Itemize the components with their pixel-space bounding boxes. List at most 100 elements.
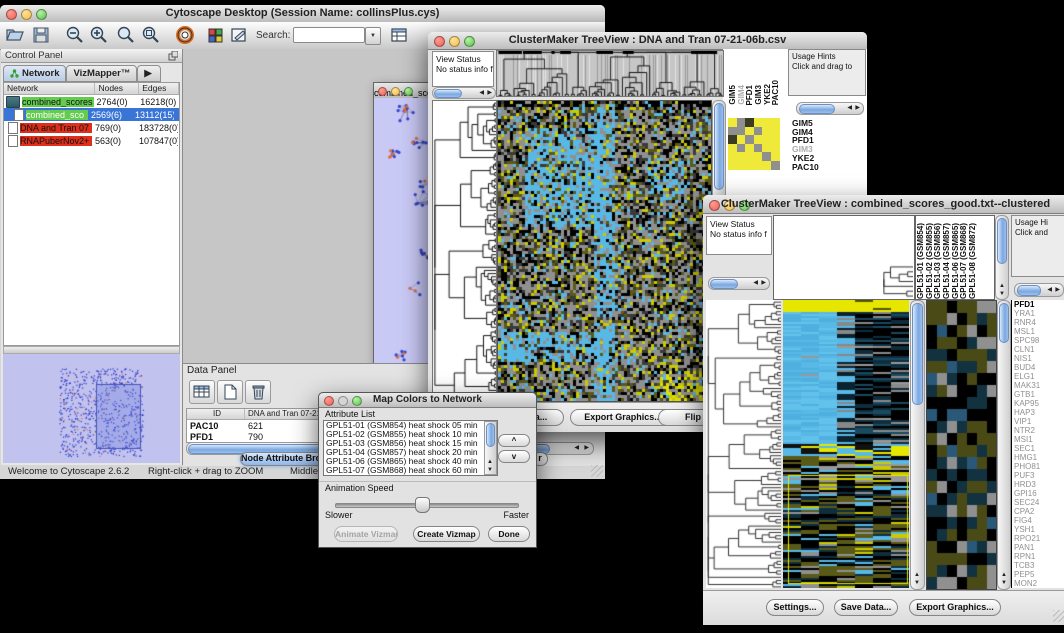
float-panel-icon[interactable] — [168, 51, 178, 61]
tv2-gene-list[interactable]: PFD1YRA1RNR4MSL1SPC98CLN1NIS1BUD4ELG1MAK… — [1011, 300, 1064, 588]
network-row[interactable]: DNA and Tran 07769(0)183728(0) — [4, 121, 179, 134]
matrix-cell[interactable] — [745, 118, 754, 127]
tv1-status-scrollbar[interactable]: ◀▶ — [432, 87, 496, 99]
matrix-cell[interactable] — [737, 161, 746, 170]
matrix-cell[interactable] — [771, 135, 780, 144]
open-file-icon[interactable] — [4, 25, 26, 45]
matrix-cell[interactable] — [754, 161, 763, 170]
gene-label[interactable]: PUF3 — [1014, 471, 1064, 480]
delete-attribute-icon[interactable] — [245, 380, 271, 404]
attribute-table-icon[interactable] — [388, 25, 410, 45]
gene-label[interactable]: BUD4 — [1014, 363, 1064, 372]
move-up-button[interactable]: ^ — [498, 434, 530, 447]
matrix-cell[interactable] — [762, 152, 771, 161]
network-row[interactable]: combined_scores2764(0)16218(0) — [4, 95, 179, 108]
gene-label[interactable]: RNR4 — [1014, 318, 1064, 327]
attribute-list-item[interactable]: GPL51-07 (GSM868) heat shock 60 min — [324, 466, 497, 475]
matrix-cell[interactable] — [728, 152, 737, 161]
tab-network[interactable]: Network — [3, 65, 66, 82]
done-button[interactable]: Done — [488, 526, 530, 542]
tv1-heatmap[interactable] — [497, 100, 712, 402]
matrix-cell[interactable] — [754, 144, 763, 153]
help-icon[interactable] — [174, 25, 196, 45]
matrix-cell[interactable] — [771, 127, 780, 136]
save-icon[interactable] — [30, 25, 52, 45]
gene-label[interactable]: RPO21 — [1014, 534, 1064, 543]
matrix-cell[interactable] — [737, 118, 746, 127]
matrix-cell[interactable] — [754, 152, 763, 161]
tab-overflow[interactable]: ▶ — [137, 65, 161, 82]
animate-vizmap-button[interactable]: Animate Vizmap — [334, 526, 398, 542]
treeview1-title-bar[interactable]: ClusterMaker TreeView : DNA and Tran 07-… — [428, 32, 867, 50]
matrix-cell[interactable] — [745, 161, 754, 170]
tv2-status-scrollbar[interactable]: ◀▶ — [708, 277, 770, 290]
gene-label[interactable]: SPC98 — [1014, 336, 1064, 345]
gene-label[interactable]: HAP3 — [1014, 408, 1064, 417]
settings-button[interactable]: Settings... — [766, 599, 824, 616]
gene-label[interactable]: GPI16 — [1014, 489, 1064, 498]
zoom-fit-icon[interactable] — [115, 25, 137, 45]
annotation-icon[interactable] — [228, 25, 250, 45]
node-attribute-browser-tab[interactable]: Node Attribute Brows — [240, 452, 328, 466]
close-button[interactable] — [378, 87, 387, 96]
birds-eye-view[interactable] — [3, 354, 180, 463]
search-input[interactable] — [293, 27, 365, 43]
gene-label[interactable]: PAC10 — [792, 163, 819, 172]
gene-label[interactable]: MON2 — [1014, 579, 1064, 588]
matrix-cell[interactable] — [728, 161, 737, 170]
gene-label[interactable]: NTR2 — [1014, 426, 1064, 435]
matrix-cell[interactable] — [771, 152, 780, 161]
network-row[interactable]: combined_sco2569(6)13112(15) — [4, 108, 179, 121]
tv2-zoom-vscrollbar[interactable]: ▲▼ — [997, 300, 1011, 590]
gene-label[interactable]: SEC1 — [1014, 444, 1064, 453]
tv1-row-dendrogram[interactable] — [432, 100, 497, 402]
gene-label[interactable]: TCB3 — [1014, 561, 1064, 570]
matrix-cell[interactable] — [728, 144, 737, 153]
create-vizmap-button[interactable]: Create Vizmap — [413, 526, 480, 542]
move-down-button[interactable]: v — [498, 450, 530, 463]
matrix-cell[interactable] — [754, 127, 763, 136]
gene-label[interactable]: GTB1 — [1014, 390, 1064, 399]
matrix-cell[interactable] — [762, 118, 771, 127]
matrix-cell[interactable] — [762, 135, 771, 144]
tv2-heatmap[interactable] — [783, 300, 909, 588]
matrix-cell[interactable] — [762, 161, 771, 170]
attribute-select-icon[interactable] — [189, 380, 215, 404]
tv2-heatmap-vscrollbar[interactable]: ▲▼ — [910, 300, 925, 590]
matrix-cell[interactable] — [737, 152, 746, 161]
resize-grip[interactable] — [1053, 610, 1064, 622]
tv2-row-dendrogram[interactable] — [706, 300, 781, 588]
matrix-cell[interactable] — [771, 118, 780, 127]
tab-vizmapper[interactable]: VizMapper™ — [66, 65, 137, 82]
panel-splitter[interactable] — [3, 346, 180, 354]
gene-label[interactable]: NIS1 — [1014, 354, 1064, 363]
gene-label[interactable]: YRA1 — [1014, 309, 1064, 318]
resize-grip[interactable] — [591, 465, 603, 477]
minimize-button[interactable] — [391, 87, 400, 96]
tv2-usage-scrollbar[interactable]: ◀▶ — [1014, 283, 1064, 297]
dialog-title-bar[interactable]: Map Colors to Network — [319, 393, 536, 408]
matrix-cell[interactable] — [754, 118, 763, 127]
gene-label[interactable]: KAP95 — [1014, 399, 1064, 408]
main-title-bar[interactable]: Cytoscape Desktop (Session Name: collins… — [0, 5, 605, 23]
slider-thumb[interactable] — [415, 497, 430, 513]
attribute-list-scrollbar[interactable]: ▲▼ — [484, 421, 497, 475]
network-row[interactable]: RNAPuberNov2+563(0)107847(0) — [4, 134, 179, 147]
gene-label[interactable]: PAN1 — [1014, 543, 1064, 552]
matrix-cell[interactable] — [754, 135, 763, 144]
tv2-collabel-vscrollbar[interactable]: ▲▼ — [995, 215, 1009, 300]
zoom-out-icon[interactable] — [64, 25, 86, 45]
gene-label[interactable]: ELG1 — [1014, 372, 1064, 381]
save-data-button[interactable]: Save Data... — [834, 599, 898, 616]
gene-label[interactable]: CPA2 — [1014, 507, 1064, 516]
zoom-button[interactable] — [404, 87, 413, 96]
export-graphics-button[interactable]: Export Graphics... — [909, 599, 1001, 616]
gene-label[interactable]: FIG4 — [1014, 516, 1064, 525]
vizmapper-icon[interactable] — [205, 25, 227, 45]
matrix-cell[interactable] — [745, 152, 754, 161]
zoom-in-icon[interactable] — [88, 25, 110, 45]
attribute-list[interactable]: GPL51-01 (GSM854) heat shock 05 minGPL51… — [323, 420, 498, 476]
gene-label[interactable]: PFD1 — [1014, 300, 1064, 309]
tv2-zoom-panel[interactable] — [926, 300, 997, 590]
tv1-column-dendrogram[interactable] — [496, 50, 724, 97]
